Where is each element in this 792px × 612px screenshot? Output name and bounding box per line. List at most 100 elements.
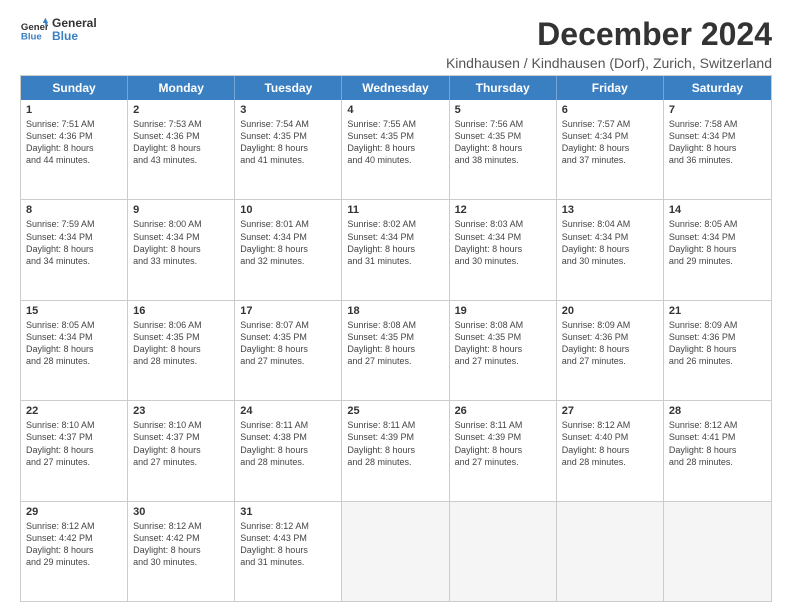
day-info: Sunrise: 8:05 AM Sunset: 4:34 PM Dayligh… [669, 218, 766, 267]
day-info: Sunrise: 7:55 AM Sunset: 4:35 PM Dayligh… [347, 118, 443, 167]
day-info: Sunrise: 7:56 AM Sunset: 4:35 PM Dayligh… [455, 118, 551, 167]
week-row-4: 22 Sunrise: 8:10 AM Sunset: 4:37 PM Dayli… [21, 401, 771, 501]
day-number: 12 [455, 204, 551, 216]
day-number: 26 [455, 405, 551, 417]
cal-cell-1: 1 Sunrise: 7:51 AM Sunset: 4:36 PM Daylig… [21, 100, 128, 199]
day-number: 25 [347, 405, 443, 417]
cal-cell-13: 13 Sunrise: 8:04 AM Sunset: 4:34 PM Dayli… [557, 200, 664, 299]
day-info: Sunrise: 8:02 AM Sunset: 4:34 PM Dayligh… [347, 218, 443, 267]
day-number: 20 [562, 305, 658, 317]
main-title: December 2024 [97, 16, 772, 53]
cal-cell-29: 29 Sunrise: 8:12 AM Sunset: 4:42 PM Dayli… [21, 502, 128, 601]
cal-cell-empty-6 [664, 502, 771, 601]
cal-cell-30: 30Sunrise: 8:12 AM Sunset: 4:42 PM Dayli… [128, 502, 235, 601]
header-day-wednesday: Wednesday [342, 76, 449, 100]
day-info: Sunrise: 8:12 AM Sunset: 4:42 PM Dayligh… [26, 520, 122, 569]
week-row-3: 15 Sunrise: 8:05 AM Sunset: 4:34 PM Dayli… [21, 301, 771, 401]
day-info: Sunrise: 8:10 AM Sunset: 4:37 PM Dayligh… [26, 419, 122, 468]
day-info: Sunrise: 7:51 AM Sunset: 4:36 PM Dayligh… [26, 118, 122, 167]
header-day-monday: Monday [128, 76, 235, 100]
page: General Blue General Blue December 2024 … [0, 0, 792, 612]
cal-cell-2: 2Sunrise: 7:53 AM Sunset: 4:36 PM Daylig… [128, 100, 235, 199]
cal-cell-24: 24 Sunrise: 8:11 AM Sunset: 4:38 PM Dayli… [235, 401, 342, 500]
cal-cell-7: 7Sunrise: 7:58 AM Sunset: 4:34 PM Daylig… [664, 100, 771, 199]
day-number: 29 [26, 506, 122, 518]
calendar: SundayMondayTuesdayWednesdayThursdayFrid… [20, 75, 772, 602]
day-info: Sunrise: 7:59 AM Sunset: 4:34 PM Dayligh… [26, 218, 122, 267]
day-info: Sunrise: 8:00 AM Sunset: 4:34 PM Dayligh… [133, 218, 229, 267]
logo-icon: General Blue [20, 16, 48, 44]
day-number: 15 [26, 305, 122, 317]
day-number: 7 [669, 104, 766, 116]
cal-cell-12: 12 Sunrise: 8:03 AM Sunset: 4:34 PM Dayli… [450, 200, 557, 299]
day-number: 11 [347, 204, 443, 216]
cal-cell-11: 11 Sunrise: 8:02 AM Sunset: 4:34 PM Dayli… [342, 200, 449, 299]
cal-cell-19: 19 Sunrise: 8:08 AM Sunset: 4:35 PM Dayli… [450, 301, 557, 400]
day-info: Sunrise: 8:11 AM Sunset: 4:38 PM Dayligh… [240, 419, 336, 468]
cal-cell-empty-5 [557, 502, 664, 601]
day-number: 22 [26, 405, 122, 417]
day-number: 4 [347, 104, 443, 116]
day-number: 31 [240, 506, 336, 518]
day-number: 28 [669, 405, 766, 417]
cal-cell-10: 10Sunrise: 8:01 AM Sunset: 4:34 PM Dayli… [235, 200, 342, 299]
cal-cell-9: 9Sunrise: 8:00 AM Sunset: 4:34 PM Daylig… [128, 200, 235, 299]
cal-cell-15: 15 Sunrise: 8:05 AM Sunset: 4:34 PM Dayli… [21, 301, 128, 400]
cal-cell-21: 21Sunrise: 8:09 AM Sunset: 4:36 PM Dayli… [664, 301, 771, 400]
day-info: Sunrise: 8:08 AM Sunset: 4:35 PM Dayligh… [455, 319, 551, 368]
day-number: 16 [133, 305, 229, 317]
title-block: December 2024 Kindhausen / Kindhausen (D… [97, 16, 772, 71]
cal-cell-23: 23Sunrise: 8:10 AM Sunset: 4:37 PM Dayli… [128, 401, 235, 500]
header-day-thursday: Thursday [450, 76, 557, 100]
day-number: 17 [240, 305, 336, 317]
week-row-2: 8 Sunrise: 7:59 AM Sunset: 4:34 PM Daylig… [21, 200, 771, 300]
day-info: Sunrise: 8:01 AM Sunset: 4:34 PM Dayligh… [240, 218, 336, 267]
day-info: Sunrise: 8:04 AM Sunset: 4:34 PM Dayligh… [562, 218, 658, 267]
day-number: 14 [669, 204, 766, 216]
day-number: 8 [26, 204, 122, 216]
cal-cell-14: 14 Sunrise: 8:05 AM Sunset: 4:34 PM Dayli… [664, 200, 771, 299]
day-info: Sunrise: 7:57 AM Sunset: 4:34 PM Dayligh… [562, 118, 658, 167]
week-row-1: 1 Sunrise: 7:51 AM Sunset: 4:36 PM Daylig… [21, 100, 771, 200]
day-info: Sunrise: 8:12 AM Sunset: 4:40 PM Dayligh… [562, 419, 658, 468]
cal-cell-31: 31Sunrise: 8:12 AM Sunset: 4:43 PM Dayli… [235, 502, 342, 601]
day-info: Sunrise: 8:05 AM Sunset: 4:34 PM Dayligh… [26, 319, 122, 368]
day-number: 27 [562, 405, 658, 417]
day-info: Sunrise: 7:54 AM Sunset: 4:35 PM Dayligh… [240, 118, 336, 167]
calendar-header: SundayMondayTuesdayWednesdayThursdayFrid… [21, 76, 771, 100]
svg-text:Blue: Blue [21, 32, 42, 43]
cal-cell-5: 5Sunrise: 7:56 AM Sunset: 4:35 PM Daylig… [450, 100, 557, 199]
day-number: 2 [133, 104, 229, 116]
cal-cell-18: 18Sunrise: 8:08 AM Sunset: 4:35 PM Dayli… [342, 301, 449, 400]
day-number: 6 [562, 104, 658, 116]
day-number: 13 [562, 204, 658, 216]
cal-cell-28: 28Sunrise: 8:12 AM Sunset: 4:41 PM Dayli… [664, 401, 771, 500]
header-day-sunday: Sunday [21, 76, 128, 100]
day-info: Sunrise: 8:03 AM Sunset: 4:34 PM Dayligh… [455, 218, 551, 267]
day-info: Sunrise: 8:10 AM Sunset: 4:37 PM Dayligh… [133, 419, 229, 468]
logo: General Blue General Blue [20, 16, 97, 44]
cal-cell-22: 22 Sunrise: 8:10 AM Sunset: 4:37 PM Dayli… [21, 401, 128, 500]
cal-cell-4: 4 Sunrise: 7:55 AM Sunset: 4:35 PM Daylig… [342, 100, 449, 199]
cal-cell-empty-3 [342, 502, 449, 601]
day-number: 1 [26, 104, 122, 116]
day-number: 3 [240, 104, 336, 116]
cal-cell-3: 3 Sunrise: 7:54 AM Sunset: 4:35 PM Daylig… [235, 100, 342, 199]
cal-cell-17: 17Sunrise: 8:07 AM Sunset: 4:35 PM Dayli… [235, 301, 342, 400]
cal-cell-25: 25Sunrise: 8:11 AM Sunset: 4:39 PM Dayli… [342, 401, 449, 500]
day-number: 30 [133, 506, 229, 518]
cal-cell-20: 20Sunrise: 8:09 AM Sunset: 4:36 PM Dayli… [557, 301, 664, 400]
cal-cell-8: 8 Sunrise: 7:59 AM Sunset: 4:34 PM Daylig… [21, 200, 128, 299]
header: General Blue General Blue December 2024 … [20, 16, 772, 71]
day-number: 24 [240, 405, 336, 417]
day-number: 18 [347, 305, 443, 317]
subtitle: Kindhausen / Kindhausen (Dorf), Zurich, … [97, 55, 772, 71]
week-row-5: 29 Sunrise: 8:12 AM Sunset: 4:42 PM Dayli… [21, 502, 771, 601]
day-info: Sunrise: 8:09 AM Sunset: 4:36 PM Dayligh… [669, 319, 766, 368]
day-number: 19 [455, 305, 551, 317]
header-day-saturday: Saturday [664, 76, 771, 100]
cal-cell-26: 26 Sunrise: 8:11 AM Sunset: 4:39 PM Dayli… [450, 401, 557, 500]
cal-cell-6: 6 Sunrise: 7:57 AM Sunset: 4:34 PM Daylig… [557, 100, 664, 199]
logo-blue: Blue [52, 30, 97, 43]
day-info: Sunrise: 8:11 AM Sunset: 4:39 PM Dayligh… [455, 419, 551, 468]
